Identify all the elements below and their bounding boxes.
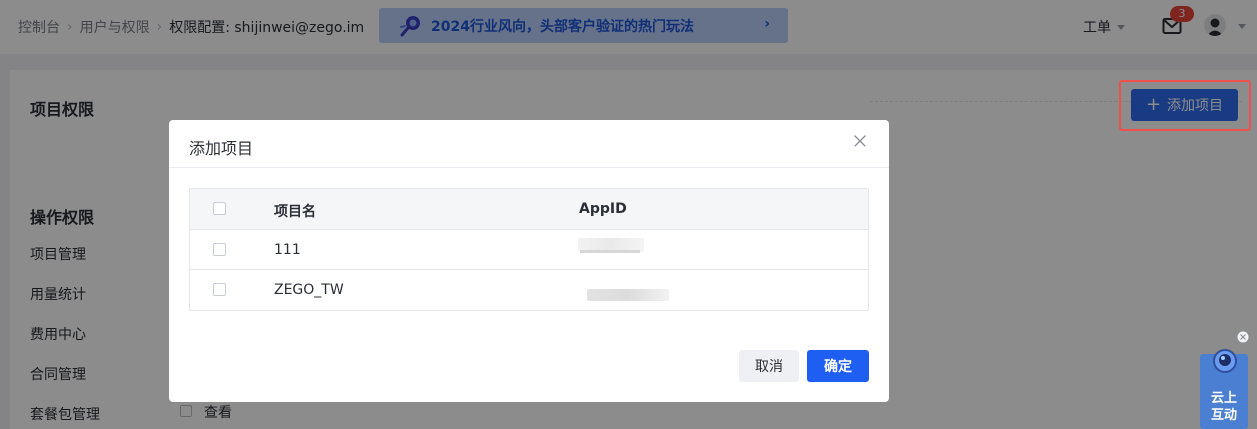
project-table: 项目名 AppID 111 ZEGO_TW	[189, 188, 869, 311]
astronaut-icon	[1213, 349, 1237, 373]
project-name: 111	[274, 242, 301, 258]
table-row[interactable]: 111	[190, 230, 868, 270]
widget-line2: 互动	[1210, 408, 1237, 423]
column-header-name: 项目名	[274, 204, 316, 220]
add-project-modal: 添加项目 项目名 AppID 111 ZEGO_TW 取消 确定	[169, 120, 889, 402]
appid-redacted-line	[580, 250, 640, 253]
column-header-appid: AppID	[579, 201, 627, 217]
table-header: 项目名 AppID	[190, 189, 868, 230]
close-icon[interactable]	[853, 134, 867, 148]
floating-widget[interactable]: 云上 互动	[1200, 330, 1250, 429]
row-checkbox[interactable]	[213, 283, 226, 296]
project-name: ZEGO_TW	[274, 282, 344, 298]
close-icon[interactable]	[1236, 330, 1250, 344]
widget-text: 云上 互动	[1207, 390, 1241, 424]
appid-redacted	[587, 289, 669, 301]
cancel-button[interactable]: 取消	[739, 350, 799, 382]
table-row[interactable]: ZEGO_TW	[190, 270, 868, 310]
page: 控制台 › 用户与权限 › 权限配置: shijinwei@zego.im 20…	[0, 0, 1257, 429]
modal-title: 添加项目	[189, 139, 254, 158]
widget-line1: 云上	[1210, 391, 1237, 406]
row-checkbox[interactable]	[213, 243, 226, 256]
select-all-checkbox[interactable]	[213, 202, 226, 215]
modal-header: 添加项目	[169, 120, 889, 168]
confirm-button[interactable]: 确定	[807, 350, 869, 382]
widget-body: 云上 互动	[1200, 349, 1248, 429]
